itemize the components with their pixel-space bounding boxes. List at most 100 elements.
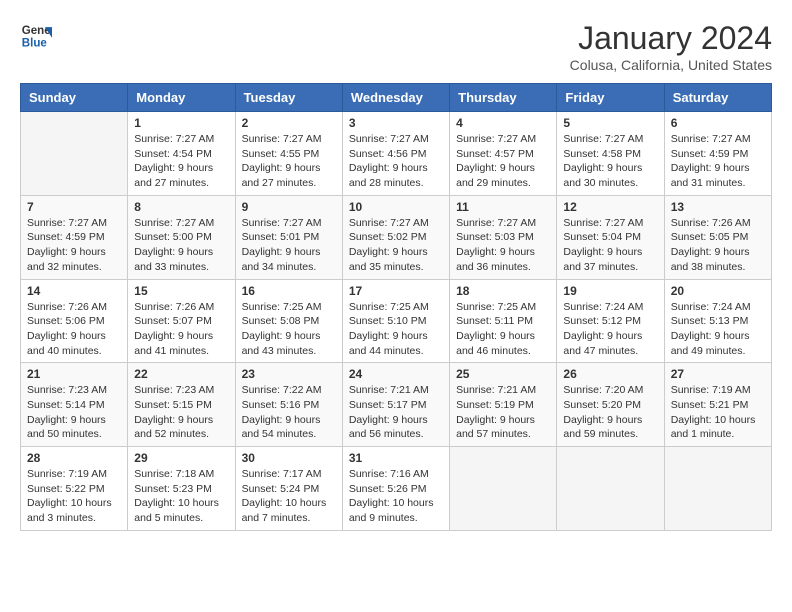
day-number: 12 [563, 200, 657, 214]
day-number: 31 [349, 451, 443, 465]
calendar-day-cell: 25Sunrise: 7:21 AMSunset: 5:19 PMDayligh… [450, 363, 557, 447]
day-number: 13 [671, 200, 765, 214]
day-info: Sunrise: 7:27 AMSunset: 4:59 PMDaylight:… [671, 132, 765, 191]
day-number: 10 [349, 200, 443, 214]
month-title: January 2024 [570, 20, 772, 57]
calendar-day-cell: 4Sunrise: 7:27 AMSunset: 4:57 PMDaylight… [450, 112, 557, 196]
day-number: 23 [242, 367, 336, 381]
day-info: Sunrise: 7:26 AMSunset: 5:05 PMDaylight:… [671, 216, 765, 275]
day-number: 2 [242, 116, 336, 130]
day-number: 19 [563, 284, 657, 298]
calendar-day-cell: 10Sunrise: 7:27 AMSunset: 5:02 PMDayligh… [342, 195, 449, 279]
day-info: Sunrise: 7:24 AMSunset: 5:13 PMDaylight:… [671, 300, 765, 359]
day-number: 8 [134, 200, 228, 214]
calendar-week-row: 1Sunrise: 7:27 AMSunset: 4:54 PMDaylight… [21, 112, 772, 196]
calendar-day-cell: 26 Sunrise: 7:20 AMSunset: 5:20 PMDayligh… [557, 363, 664, 447]
day-info: Sunrise: 7:26 AMSunset: 5:06 PMDaylight:… [27, 300, 121, 359]
day-number: 6 [671, 116, 765, 130]
calendar-week-row: 28Sunrise: 7:19 AMSunset: 5:22 PMDayligh… [21, 447, 772, 531]
day-number: 7 [27, 200, 121, 214]
day-info: Sunrise: 7:23 AMSunset: 5:14 PMDaylight:… [27, 383, 121, 442]
calendar-day-cell: 15 Sunrise: 7:26 AMSunset: 5:07 PMDayligh… [128, 279, 235, 363]
day-number: 29 [134, 451, 228, 465]
day-number: 18 [456, 284, 550, 298]
day-number: 20 [671, 284, 765, 298]
day-number: 15 [134, 284, 228, 298]
calendar-day-cell: 21 Sunrise: 7:23 AMSunset: 5:14 PMDayligh… [21, 363, 128, 447]
calendar-day-cell: 5 Sunrise: 7:27 AMSunset: 4:58 PMDaylight… [557, 112, 664, 196]
calendar-day-cell: 12 Sunrise: 7:27 AMSunset: 5:04 PMDayligh… [557, 195, 664, 279]
day-info: Sunrise: 7:27 AMSunset: 4:58 PMDaylight:… [563, 132, 657, 191]
calendar-week-row: 21 Sunrise: 7:23 AMSunset: 5:14 PMDayligh… [21, 363, 772, 447]
calendar-day-cell: 11Sunrise: 7:27 AMSunset: 5:03 PMDayligh… [450, 195, 557, 279]
calendar-day-cell: 27 Sunrise: 7:19 AMSunset: 5:21 PMDayligh… [664, 363, 771, 447]
day-info: Sunrise: 7:21 AMSunset: 5:17 PMDaylight:… [349, 383, 443, 442]
logo: General Blue [20, 20, 52, 52]
day-number: 30 [242, 451, 336, 465]
calendar-day-cell: 24 Sunrise: 7:21 AMSunset: 5:17 PMDayligh… [342, 363, 449, 447]
calendar-day-cell: 6 Sunrise: 7:27 AMSunset: 4:59 PMDaylight… [664, 112, 771, 196]
day-info: Sunrise: 7:16 AMSunset: 5:26 PMDaylight:… [349, 467, 443, 526]
day-info: Sunrise: 7:27 AMSunset: 5:04 PMDaylight:… [563, 216, 657, 275]
day-number: 24 [349, 367, 443, 381]
calendar-week-row: 7 Sunrise: 7:27 AMSunset: 4:59 PMDaylight… [21, 195, 772, 279]
title-area: January 2024 Colusa, California, United … [570, 20, 772, 73]
calendar-day-cell [21, 112, 128, 196]
calendar-day-cell: 1Sunrise: 7:27 AMSunset: 4:54 PMDaylight… [128, 112, 235, 196]
day-info: Sunrise: 7:27 AMSunset: 4:57 PMDaylight:… [456, 132, 550, 191]
calendar-day-cell: 23 Sunrise: 7:22 AMSunset: 5:16 PMDayligh… [235, 363, 342, 447]
logo-icon: General Blue [20, 20, 52, 52]
day-info: Sunrise: 7:23 AMSunset: 5:15 PMDaylight:… [134, 383, 228, 442]
calendar-day-cell: 28Sunrise: 7:19 AMSunset: 5:22 PMDayligh… [21, 447, 128, 531]
day-info: Sunrise: 7:20 AMSunset: 5:20 PMDaylight:… [563, 383, 657, 442]
calendar-day-cell: 22 Sunrise: 7:23 AMSunset: 5:15 PMDayligh… [128, 363, 235, 447]
calendar-day-cell: 20 Sunrise: 7:24 AMSunset: 5:13 PMDayligh… [664, 279, 771, 363]
day-number: 14 [27, 284, 121, 298]
day-number: 25 [456, 367, 550, 381]
day-info: Sunrise: 7:27 AMSunset: 4:59 PMDaylight:… [27, 216, 121, 275]
day-number: 26 [563, 367, 657, 381]
day-info: Sunrise: 7:26 AMSunset: 5:07 PMDaylight:… [134, 300, 228, 359]
day-info: Sunrise: 7:27 AMSunset: 5:00 PMDaylight:… [134, 216, 228, 275]
calendar-day-cell: 31 Sunrise: 7:16 AMSunset: 5:26 PMDayligh… [342, 447, 449, 531]
calendar-week-row: 14 Sunrise: 7:26 AMSunset: 5:06 PMDayligh… [21, 279, 772, 363]
day-number: 22 [134, 367, 228, 381]
location-subtitle: Colusa, California, United States [570, 57, 772, 73]
weekday-header-cell: Saturday [664, 84, 771, 112]
calendar-day-cell: 19 Sunrise: 7:24 AMSunset: 5:12 PMDayligh… [557, 279, 664, 363]
day-info: Sunrise: 7:24 AMSunset: 5:12 PMDaylight:… [563, 300, 657, 359]
weekday-header-cell: Wednesday [342, 84, 449, 112]
weekday-header-cell: Monday [128, 84, 235, 112]
day-number: 3 [349, 116, 443, 130]
calendar-day-cell: 16Sunrise: 7:25 AMSunset: 5:08 PMDayligh… [235, 279, 342, 363]
day-number: 21 [27, 367, 121, 381]
weekday-header-cell: Friday [557, 84, 664, 112]
day-number: 9 [242, 200, 336, 214]
calendar-day-cell: 29Sunrise: 7:18 AMSunset: 5:23 PMDayligh… [128, 447, 235, 531]
weekday-header-cell: Tuesday [235, 84, 342, 112]
day-info: Sunrise: 7:27 AMSunset: 5:01 PMDaylight:… [242, 216, 336, 275]
day-number: 5 [563, 116, 657, 130]
calendar-day-cell: 17Sunrise: 7:25 AMSunset: 5:10 PMDayligh… [342, 279, 449, 363]
calendar-day-cell [557, 447, 664, 531]
calendar-day-cell: 30 Sunrise: 7:17 AMSunset: 5:24 PMDayligh… [235, 447, 342, 531]
day-info: Sunrise: 7:19 AMSunset: 5:21 PMDaylight:… [671, 383, 765, 442]
day-info: Sunrise: 7:22 AMSunset: 5:16 PMDaylight:… [242, 383, 336, 442]
day-info: Sunrise: 7:27 AMSunset: 4:56 PMDaylight:… [349, 132, 443, 191]
weekday-header-cell: Sunday [21, 84, 128, 112]
day-info: Sunrise: 7:27 AMSunset: 4:55 PMDaylight:… [242, 132, 336, 191]
day-number: 11 [456, 200, 550, 214]
day-info: Sunrise: 7:25 AMSunset: 5:08 PMDaylight:… [242, 300, 336, 359]
calendar-day-cell: 9 Sunrise: 7:27 AMSunset: 5:01 PMDaylight… [235, 195, 342, 279]
calendar-day-cell [664, 447, 771, 531]
calendar-day-cell: 8 Sunrise: 7:27 AMSunset: 5:00 PMDaylight… [128, 195, 235, 279]
weekday-header-row: SundayMondayTuesdayWednesdayThursdayFrid… [21, 84, 772, 112]
day-number: 27 [671, 367, 765, 381]
svg-text:Blue: Blue [22, 38, 48, 50]
svg-text:General: General [22, 25, 52, 37]
day-number: 17 [349, 284, 443, 298]
day-info: Sunrise: 7:17 AMSunset: 5:24 PMDaylight:… [242, 467, 336, 526]
calendar-body: 1Sunrise: 7:27 AMSunset: 4:54 PMDaylight… [21, 112, 772, 531]
day-info: Sunrise: 7:25 AMSunset: 5:11 PMDaylight:… [456, 300, 550, 359]
calendar-day-cell: 14 Sunrise: 7:26 AMSunset: 5:06 PMDayligh… [21, 279, 128, 363]
